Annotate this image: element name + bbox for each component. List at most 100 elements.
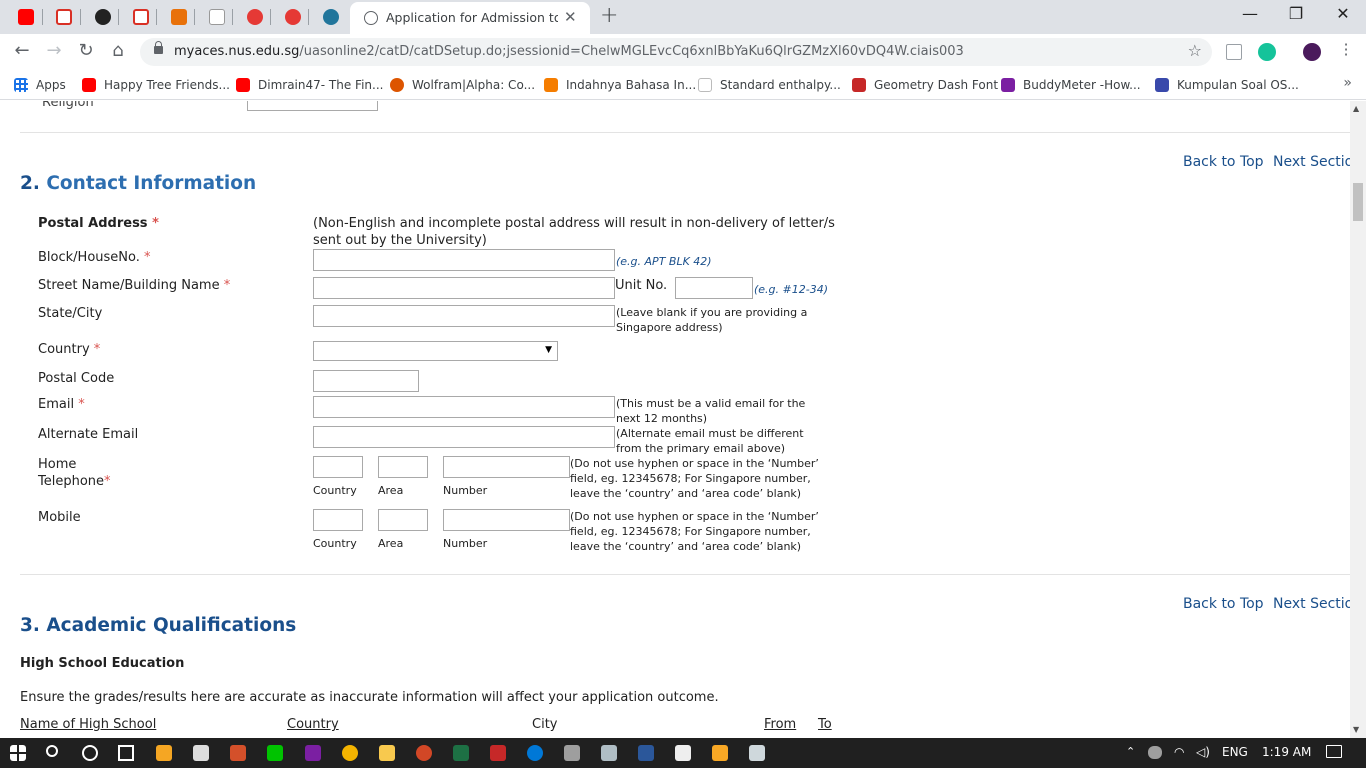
mobile-number-input[interactable] — [443, 509, 570, 531]
home-country-code-input[interactable] — [313, 456, 363, 478]
profile-avatar[interactable] — [1303, 43, 1321, 61]
next-section-link[interactable]: Next Section — [1273, 154, 1350, 170]
sublime-icon[interactable] — [156, 745, 172, 761]
line-icon[interactable] — [267, 745, 283, 761]
bookmark-item[interactable]: Standard enthalpy... — [698, 76, 841, 94]
apps-grid-icon — [14, 78, 28, 92]
country-sublabel: Country — [313, 537, 357, 550]
unit-input[interactable] — [675, 277, 753, 299]
home-number-input[interactable] — [443, 456, 570, 478]
scrollbar-thumb[interactable] — [1353, 183, 1363, 221]
more-bookmarks-icon[interactable]: » — [1343, 75, 1352, 91]
page-content: Religion Back to Top Next Section 2. Con… — [0, 101, 1350, 738]
bookmark-item[interactable]: Kumpulan Soal OS... — [1155, 76, 1299, 94]
clock[interactable]: 1:19 AM — [1262, 745, 1311, 759]
forward-arrow-icon[interactable]: → — [41, 40, 67, 61]
youtube-icon — [82, 78, 96, 92]
paint-icon[interactable] — [564, 745, 580, 761]
notifications-icon[interactable] — [1326, 745, 1342, 758]
bookmark-item[interactable]: BuddyMeter -How... — [1001, 76, 1141, 94]
blogger-tab-icon[interactable] — [165, 6, 193, 28]
wifi-icon[interactable]: ◠ — [1174, 745, 1184, 759]
download-icon[interactable] — [490, 745, 506, 761]
powerpoint-icon[interactable] — [416, 745, 432, 761]
tab-separator — [80, 9, 81, 25]
file-explorer-icon[interactable] — [379, 745, 395, 761]
mobile-area-code-input[interactable] — [378, 509, 428, 531]
printer-icon[interactable] — [749, 745, 765, 761]
bookmark-item[interactable]: Indahnya Bahasa In... — [544, 76, 696, 94]
onedrive-icon[interactable] — [1148, 746, 1162, 759]
extension-icon[interactable] — [1226, 44, 1242, 60]
cortana-icon[interactable] — [82, 745, 98, 761]
bookmark-star-icon[interactable]: ☆ — [1188, 41, 1202, 60]
back-arrow-icon[interactable]: ← — [9, 40, 35, 61]
menu-kebab-icon[interactable]: · · · — [1336, 37, 1356, 63]
column-header-city: City — [532, 717, 558, 732]
home-icon[interactable]: ⌂ — [105, 40, 131, 61]
language-indicator[interactable]: ENG — [1222, 745, 1248, 759]
email-input[interactable] — [313, 396, 615, 418]
back-to-top-link[interactable]: Back to Top — [1183, 596, 1264, 612]
mobile-country-code-input[interactable] — [313, 509, 363, 531]
chrome-icon[interactable] — [342, 745, 358, 761]
column-header-from[interactable]: From — [764, 717, 796, 732]
gmail-tab-icon[interactable] — [50, 6, 78, 28]
notepad-icon[interactable] — [601, 745, 617, 761]
media-player-icon[interactable] — [712, 745, 728, 761]
back-to-top-link[interactable]: Back to Top — [1183, 154, 1264, 170]
column-header-to[interactable]: To — [818, 717, 832, 732]
chevron-up-icon[interactable]: ⌃ — [1126, 745, 1135, 758]
column-header-school[interactable]: Name of High School — [20, 717, 156, 732]
address-bar[interactable]: myaces.nus.edu.sg/uasonline2/catD/catDSe… — [140, 38, 1212, 66]
task-view-icon[interactable] — [118, 745, 134, 761]
scroll-up-icon[interactable]: ▲ — [1353, 104, 1359, 113]
whatsapp-icon[interactable] — [305, 745, 321, 761]
country-select[interactable]: ▼ — [313, 341, 558, 361]
edge-icon[interactable] — [527, 745, 543, 761]
column-header-country[interactable]: Country — [287, 717, 339, 732]
wordpress-tab-icon[interactable] — [317, 6, 345, 28]
close-window-button[interactable]: ✕ — [1320, 4, 1366, 23]
word-icon[interactable] — [638, 745, 654, 761]
windows-start-icon[interactable] — [10, 745, 26, 761]
postal-code-input[interactable] — [313, 370, 419, 392]
youtube-tab-icon[interactable] — [12, 6, 40, 28]
wikipedia-tab-icon[interactable] — [203, 6, 231, 28]
next-section-link[interactable]: Next Section — [1273, 596, 1350, 612]
alternate-email-input[interactable] — [313, 426, 615, 448]
bookmark-item[interactable]: Happy Tree Friends... — [82, 76, 230, 94]
new-tab-button[interactable]: + — [600, 3, 618, 28]
home-area-code-input[interactable] — [378, 456, 428, 478]
high-school-heading: High School Education — [20, 656, 185, 671]
volume-icon[interactable]: ◁) — [1196, 745, 1210, 759]
store-icon[interactable] — [193, 745, 209, 761]
reload-icon[interactable]: ↻ — [73, 40, 99, 61]
app-icon[interactable] — [230, 745, 246, 761]
country-sublabel: Country — [313, 484, 357, 497]
minimize-button[interactable]: — — [1227, 4, 1273, 23]
postal-address-label: Postal Address * — [38, 216, 159, 231]
scroll-down-icon[interactable]: ▼ — [1353, 725, 1359, 734]
maximize-button[interactable]: ❐ — [1273, 4, 1319, 23]
settings-icon[interactable] — [675, 745, 691, 761]
street-input[interactable] — [313, 277, 615, 299]
active-tab[interactable]: Application for Admission to full ✕ — [350, 2, 590, 34]
bookmark-item[interactable]: Geometry Dash Font — [852, 76, 998, 94]
vertical-scrollbar[interactable]: ▲ ▼ — [1350, 101, 1366, 738]
search-icon[interactable] — [46, 745, 58, 757]
street-label: Street Name/Building Name * — [38, 278, 231, 293]
app-tab-icon[interactable] — [241, 6, 269, 28]
religion-select[interactable] — [247, 101, 378, 111]
block-house-input[interactable] — [313, 249, 615, 271]
close-tab-icon[interactable]: ✕ — [564, 8, 577, 26]
bookmark-item[interactable]: Wolfram|Alpha: Co... — [390, 76, 535, 94]
github-tab-icon[interactable] — [89, 6, 117, 28]
excel-icon[interactable] — [453, 745, 469, 761]
bookmark-apps[interactable]: Apps — [14, 76, 66, 94]
state-city-input[interactable] — [313, 305, 615, 327]
gmail-tab-icon[interactable] — [127, 6, 155, 28]
bookmark-item[interactable]: Dimrain47- The Fin... — [236, 76, 383, 94]
grammarly-icon[interactable] — [1258, 43, 1276, 61]
app-tab-icon[interactable] — [279, 6, 307, 28]
